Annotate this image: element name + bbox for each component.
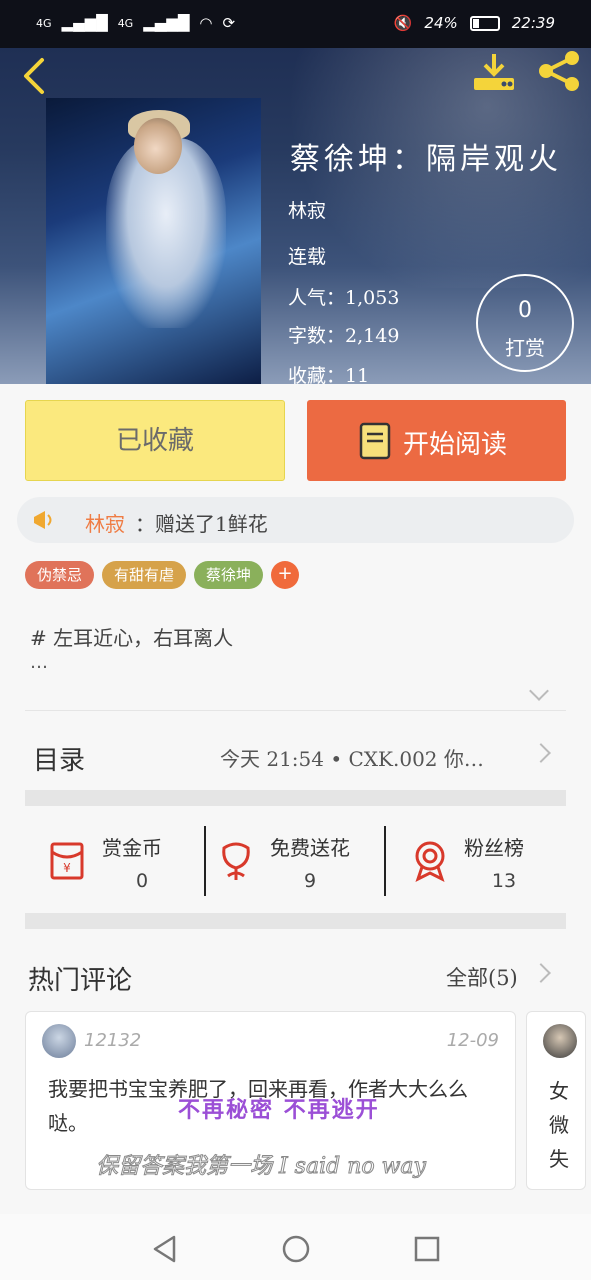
- headset-icon: ◠: [199, 14, 213, 32]
- book-intro: # 左耳近心，右耳离人: [30, 626, 234, 650]
- add-tag-button[interactable]: +: [271, 561, 300, 589]
- comment-card-peek[interactable]: 女 微 失: [526, 1011, 586, 1190]
- mute-icon: 🔇: [393, 14, 413, 32]
- section-divider: [25, 913, 566, 929]
- svg-text:¥: ¥: [63, 861, 71, 875]
- flower-icon: [222, 842, 250, 880]
- sync-icon: ⟳: [222, 14, 236, 32]
- start-reading-label: 开始阅读: [403, 430, 508, 460]
- tip-button[interactable]: 0 打赏: [476, 274, 574, 372]
- nav-recents-icon[interactable]: [412, 1234, 442, 1264]
- network-indicator-2: 4G: [117, 16, 134, 30]
- status-bar: 4G ▂▄▆█ 4G ▂▄▆█ ◠ ⟳ 🔇 24% 22:39: [0, 0, 591, 48]
- battery-percent: 24%: [424, 14, 458, 32]
- book-author[interactable]: 林寂: [288, 196, 326, 223]
- tag-item[interactable]: 有甜有虐: [102, 561, 187, 589]
- red-envelope-icon: ¥: [50, 842, 84, 880]
- all-comments-link[interactable]: 全部(5): [446, 962, 518, 992]
- lyrics-overlay-2: 保留答案我第一场 I said no way: [96, 1154, 427, 1180]
- toc-label[interactable]: 目录: [33, 740, 85, 777]
- back-icon[interactable]: [20, 56, 48, 96]
- signal-icon: ▂▄▆█: [61, 14, 108, 32]
- hot-comments-title: 热门评论: [28, 966, 133, 996]
- share-icon[interactable]: [536, 50, 582, 92]
- comment-peek-text: 女 微 失: [549, 1079, 569, 1171]
- download-icon[interactable]: [472, 52, 516, 92]
- stat-value: 13: [491, 870, 517, 892]
- stat-separator: [384, 826, 386, 896]
- collected-button[interactable]: 已收藏: [25, 400, 285, 481]
- divider: [25, 710, 566, 711]
- book-icon: [359, 422, 391, 460]
- signal-icon-2: ▂▄▆█: [143, 14, 190, 32]
- nav-home-icon[interactable]: [281, 1234, 311, 1264]
- gift-user: 林寂: [85, 512, 125, 536]
- avatar[interactable]: [543, 1024, 577, 1058]
- nav-back-icon[interactable]: [150, 1234, 180, 1264]
- stat-value: 9: [303, 870, 317, 892]
- avatar[interactable]: [42, 1024, 76, 1058]
- network-indicator: 4G: [36, 16, 52, 30]
- medal-icon: [415, 841, 445, 882]
- comment-date: 12-09: [446, 1030, 499, 1051]
- tag-list: 伪禁忌 有甜有虐 蔡徐坤 +: [25, 561, 300, 589]
- start-reading-button[interactable]: 开始阅读: [307, 400, 566, 481]
- stat-label: 免费送花: [270, 836, 350, 860]
- lyrics-overlay: 不再秘密 不再逃开: [178, 1097, 380, 1123]
- book-status: 连载: [288, 246, 327, 268]
- comment-user[interactable]: 12132: [84, 1030, 141, 1051]
- book-title: 蔡徐坤：隔岸观火: [290, 142, 562, 177]
- book-popularity: 人气：1,053: [288, 287, 400, 309]
- tag-item[interactable]: 蔡徐坤: [194, 561, 264, 589]
- stat-label: 赏金币: [102, 836, 162, 860]
- megaphone-icon: [34, 511, 52, 529]
- section-divider: [25, 790, 566, 806]
- stat-value: 0: [135, 870, 149, 892]
- stat-separator: [204, 826, 206, 896]
- toc-latest-chapter[interactable]: 今天 21:54 • CXK.002 你…: [220, 743, 484, 772]
- tip-label: 打赏: [505, 336, 545, 360]
- book-word-count: 字数：2,149: [288, 325, 400, 347]
- stat-label: 粉丝榜: [464, 836, 524, 860]
- intro-ellipsis: …: [30, 652, 48, 673]
- clock: 22:39: [511, 14, 555, 32]
- tag-item[interactable]: 伪禁忌: [25, 561, 95, 589]
- tip-count: 0: [518, 298, 532, 323]
- gift-ticker[interactable]: 林寂 ：赠送了1鲜花: [17, 497, 574, 543]
- book-cover[interactable]: [46, 98, 261, 384]
- system-nav-bar: [0, 1214, 591, 1280]
- battery-icon: [469, 15, 500, 31]
- gift-text: ：赠送了1鲜花: [135, 512, 268, 536]
